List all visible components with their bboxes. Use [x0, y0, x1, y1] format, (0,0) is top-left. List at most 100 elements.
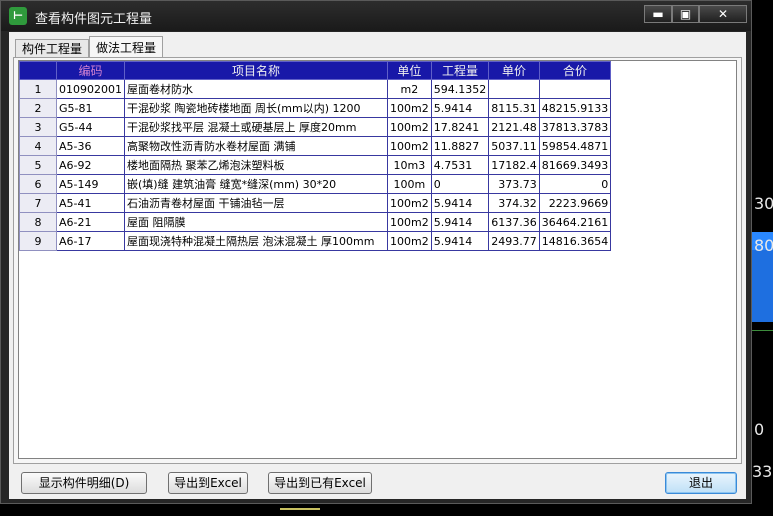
cell-total-price[interactable]: 36464.2161 — [538, 212, 612, 232]
cell-unit-price[interactable]: 17182.4 — [488, 155, 540, 175]
row-number: 4 — [19, 136, 57, 156]
cell-item-name[interactable]: 干混砂浆找平层 混凝土或硬基层上 厚度20mm — [124, 117, 388, 137]
cell-code[interactable]: G5-44 — [56, 117, 125, 137]
cell-total-price[interactable]: 81669.3493 — [538, 155, 612, 175]
cell-total-price[interactable]: 48215.9133 — [538, 98, 612, 118]
cell-unit-price[interactable]: 2121.48 — [488, 117, 540, 137]
cell-unit[interactable]: 100m — [387, 174, 432, 194]
cell-item-name[interactable]: 干混砂浆 陶瓷地砖楼地面 周长(mm以内) 1200 — [124, 98, 388, 118]
minimize-icon[interactable]: ▬ — [644, 5, 672, 23]
cell-unit[interactable]: 100m2 — [387, 136, 432, 156]
quantity-grid[interactable]: 编码 项目名称 单位 工程量 单价 合价 1 010902001 屋面卷材防水 — [18, 60, 737, 459]
cell-unit-price[interactable]: 6137.36 — [488, 212, 540, 232]
cell-total-price[interactable]: 14816.3654 — [538, 231, 612, 251]
cell-total-price[interactable]: 59854.4871 — [538, 136, 612, 156]
cell-code[interactable]: A6-92 — [56, 155, 125, 175]
cell-code[interactable]: A6-21 — [56, 212, 125, 232]
cell-item-name[interactable]: 高聚物改性沥青防水卷材屋面 满铺 — [124, 136, 388, 156]
table-header-row: 编码 项目名称 单位 工程量 单价 合价 — [19, 61, 612, 80]
cell-unit-price[interactable]: 374.32 — [488, 193, 540, 213]
cell-unit[interactable]: 10m3 — [387, 155, 432, 175]
table-row[interactable]: 6 A5-149 嵌(填)缝 建筑油膏 缝宽*缝深(mm) 30*20 100m… — [19, 174, 612, 194]
cell-quantity[interactable]: 5.9414 — [430, 98, 490, 118]
cell-unit[interactable]: 100m2 — [387, 117, 432, 137]
row-number: 3 — [19, 117, 57, 137]
cell-quantity[interactable]: 5.9414 — [430, 193, 490, 213]
cell-unit[interactable]: 100m2 — [387, 212, 432, 232]
cell-unit[interactable]: 100m2 — [387, 98, 432, 118]
cell-unit-price[interactable]: 8115.31 — [488, 98, 540, 118]
row-number: 2 — [19, 98, 57, 118]
table-row[interactable]: 3 G5-44 干混砂浆找平层 混凝土或硬基层上 厚度20mm 100m2 17… — [19, 117, 612, 137]
table-row[interactable]: 2 G5-81 干混砂浆 陶瓷地砖楼地面 周长(mm以内) 1200 100m2… — [19, 98, 612, 118]
cell-item-name[interactable]: 石油沥青卷材屋面 干铺油毡一层 — [124, 193, 388, 213]
header-total-price[interactable]: 合价 — [538, 61, 612, 80]
cell-item-name[interactable]: 屋面现浇特种混凝土隔热层 泡沫混凝土 厚100mm — [124, 231, 388, 251]
background-cad-label: 0 — [754, 420, 765, 439]
cell-quantity[interactable]: 594.1352 — [430, 79, 490, 99]
cell-quantity[interactable]: 11.8827 — [430, 136, 490, 156]
cell-quantity[interactable]: 17.8241 — [430, 117, 490, 137]
cell-unit[interactable]: 100m2 — [387, 231, 432, 251]
cell-quantity[interactable]: 4.7531 — [430, 155, 490, 175]
tab-method-quantity[interactable]: 做法工程量 — [89, 36, 164, 59]
table-row[interactable]: 9 A6-17 屋面现浇特种混凝土隔热层 泡沫混凝土 厚100mm 100m2 … — [19, 231, 612, 251]
table-row[interactable]: 5 A6-92 楼地面隔热 聚苯乙烯泡沫塑料板 10m3 4.7531 1718… — [19, 155, 612, 175]
background-cad-label: 30 — [754, 194, 773, 213]
cell-total-price[interactable]: 2223.9669 — [538, 193, 612, 213]
cell-unit-price[interactable]: 5037.11 — [488, 136, 540, 156]
cell-total-price[interactable] — [538, 79, 612, 99]
exit-button[interactable]: 退出 — [665, 472, 737, 494]
table-row[interactable]: 7 A5-41 石油沥青卷材屋面 干铺油毡一层 100m2 5.9414 374… — [19, 193, 612, 213]
row-number: 8 — [19, 212, 57, 232]
background-cad-label: 80 — [754, 236, 773, 255]
quantity-table: 编码 项目名称 单位 工程量 单价 合价 1 010902001 屋面卷材防水 — [19, 61, 612, 251]
show-detail-button[interactable]: 显示构件明细(D) — [21, 472, 147, 494]
cell-code[interactable]: G5-81 — [56, 98, 125, 118]
cell-quantity[interactable]: 5.9414 — [430, 212, 490, 232]
header-unit[interactable]: 单位 — [387, 61, 432, 80]
cell-code[interactable]: A5-36 — [56, 136, 125, 156]
row-number: 9 — [19, 231, 57, 251]
cell-total-price[interactable]: 37813.3783 — [538, 117, 612, 137]
app-icon: ⊢ — [9, 7, 27, 25]
table-row[interactable]: 8 A6-21 屋面 阻隔膜 100m2 5.9414 6137.36 3646… — [19, 212, 612, 232]
cell-unit[interactable]: 100m2 — [387, 193, 432, 213]
window-controls: ▬ ▣ ✕ — [644, 5, 747, 23]
header-unit-price[interactable]: 单价 — [488, 61, 540, 80]
quantity-dialog: ⊢ 查看构件图元工程量 ▬ ▣ ✕ 构件工程量 做法工程量 编码 项目名称 单位… — [0, 0, 752, 504]
cell-unit[interactable]: m2 — [387, 79, 432, 99]
cell-item-name[interactable]: 屋面卷材防水 — [124, 79, 388, 99]
header-item-name[interactable]: 项目名称 — [124, 61, 388, 80]
cell-unit-price[interactable]: 2493.77 — [488, 231, 540, 251]
tab-strip: 构件工程量 做法工程量 — [15, 36, 164, 59]
cell-quantity[interactable]: 5.9414 — [430, 231, 490, 251]
maximize-icon[interactable]: ▣ — [672, 5, 699, 23]
background-cad-label: 33 — [752, 462, 773, 481]
cell-unit-price[interactable] — [488, 79, 540, 99]
header-quantity[interactable]: 工程量 — [430, 61, 490, 80]
tab-component-quantity[interactable]: 构件工程量 — [15, 39, 90, 59]
cell-item-name[interactable]: 楼地面隔热 聚苯乙烯泡沫塑料板 — [124, 155, 388, 175]
cell-code[interactable]: A6-17 — [56, 231, 125, 251]
cell-item-name[interactable]: 屋面 阻隔膜 — [124, 212, 388, 232]
export-existing-excel-button[interactable]: 导出到已有Excel — [268, 472, 372, 494]
window-title: 查看构件图元工程量 — [35, 12, 153, 27]
cell-code[interactable]: A5-41 — [56, 193, 125, 213]
close-icon[interactable]: ✕ — [699, 5, 747, 23]
cell-quantity[interactable]: 0 — [430, 174, 490, 194]
title-bar[interactable]: ⊢ 查看构件图元工程量 ▬ ▣ ✕ — [1, 1, 751, 31]
header-row-number[interactable] — [19, 61, 57, 80]
table-row[interactable]: 4 A5-36 高聚物改性沥青防水卷材屋面 满铺 100m2 11.8827 5… — [19, 136, 612, 156]
table-row[interactable]: 1 010902001 屋面卷材防水 m2 594.1352 — [19, 79, 612, 99]
cell-unit-price[interactable]: 373.73 — [488, 174, 540, 194]
cell-code[interactable]: 010902001 — [56, 79, 125, 99]
tab-panel: 编码 项目名称 单位 工程量 单价 合价 1 010902001 屋面卷材防水 — [13, 57, 742, 464]
export-excel-button[interactable]: 导出到Excel — [168, 472, 248, 494]
cell-total-price[interactable]: 0 — [538, 174, 612, 194]
cell-item-name[interactable]: 嵌(填)缝 建筑油膏 缝宽*缝深(mm) 30*20 — [124, 174, 388, 194]
header-code[interactable]: 编码 — [56, 61, 125, 80]
row-number: 1 — [19, 79, 57, 99]
row-number: 5 — [19, 155, 57, 175]
cell-code[interactable]: A5-149 — [56, 174, 125, 194]
